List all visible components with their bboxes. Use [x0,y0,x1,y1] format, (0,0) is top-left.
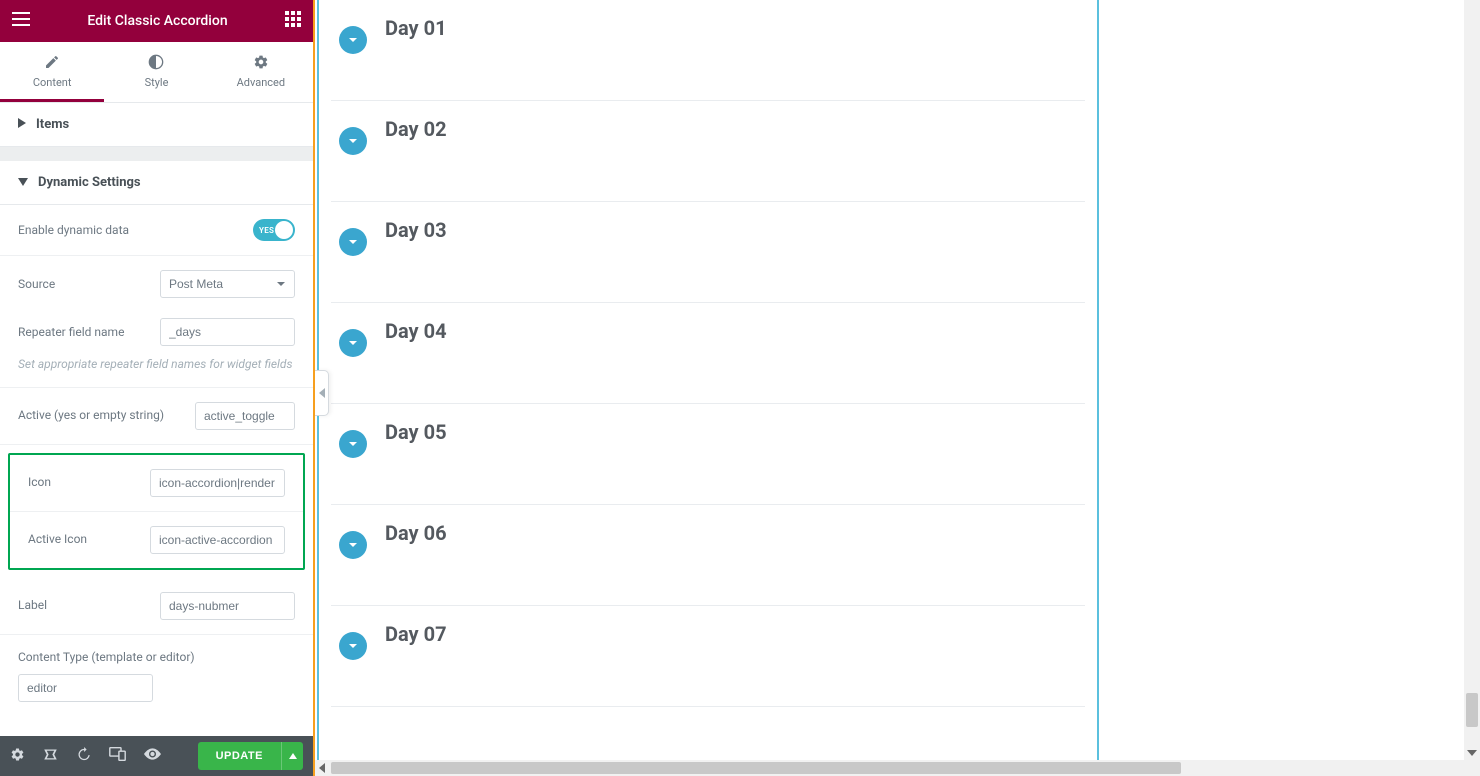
chevron-down-circle-icon [339,127,367,155]
switch-on-label: YES [259,226,274,235]
menu-icon[interactable] [12,12,30,30]
repeater-label: Repeater field name [18,324,150,341]
gear-icon [209,54,313,70]
control-label-field: Label [0,578,313,635]
scroll-down-arrow[interactable] [1464,744,1480,760]
footer-settings-icon[interactable] [10,747,25,766]
accordion-item[interactable]: Day 01 [331,0,1085,101]
switch-knob [275,221,293,239]
control-source: Source [0,256,313,304]
chevron-down-circle-icon [339,228,367,256]
label-field-input[interactable] [160,592,295,620]
active-icon-input[interactable] [150,526,285,554]
pencil-icon [0,54,104,70]
preview-area: Day 01 Day 02 Day 03 Day 04 Day 05 Day 06 Day … [317,0,1099,760]
highlighted-icon-controls: Icon Active Icon [8,453,305,570]
section-dynamic-label: Dynamic Settings [38,175,141,190]
accordion-item-label: Day 02 [385,117,447,141]
update-caret-button[interactable] [281,742,303,770]
content-type-label: Content Type (template or editor) [18,649,295,666]
enable-dynamic-switch[interactable]: YES [253,219,295,241]
update-button[interactable]: UPDATE [198,742,281,770]
tab-style-label: Style [104,76,208,89]
preview-canvas[interactable]: Day 01 Day 02 Day 03 Day 04 Day 05 Day 06 Day … [317,0,1099,760]
source-select[interactable] [160,270,295,298]
accordion-item-label: Day 01 [385,16,447,40]
vertical-scrollbar-thumb[interactable] [1466,693,1478,727]
footer-navigator-icon[interactable] [43,747,58,766]
chevron-down-circle-icon [339,26,367,54]
vertical-scrollbar[interactable] [1464,0,1480,760]
accordion-item[interactable]: Day 03 [331,202,1085,303]
tab-advanced-label: Advanced [209,76,313,89]
accordion-item-label: Day 06 [385,521,447,545]
chevron-down-circle-icon [339,632,367,660]
content-type-input[interactable] [18,674,153,702]
update-button-group: UPDATE [198,742,303,770]
repeater-hint: Set appropriate repeater field names for… [18,356,295,373]
chevron-down-circle-icon [339,430,367,458]
caret-right-icon [18,117,36,132]
editor-title: Edit Classic Accordion [30,13,285,29]
footer-responsive-icon[interactable] [109,747,126,765]
horizontal-scrollbar-thumb[interactable] [331,762,1181,774]
caret-down-icon [18,175,38,190]
tab-style[interactable]: Style [104,42,208,102]
accordion-item[interactable]: Day 05 [331,404,1085,505]
section-divider [0,147,313,161]
section-dynamic-settings[interactable]: Dynamic Settings [0,161,313,205]
editor-footer: UPDATE [0,736,313,776]
accordion-item[interactable]: Day 07 [331,606,1085,707]
accordion-item[interactable]: Day 06 [331,505,1085,606]
chevron-down-circle-icon [339,531,367,559]
horizontal-scrollbar[interactable] [315,760,1480,776]
repeater-input[interactable] [160,318,295,346]
accordion-item-label: Day 04 [385,319,447,343]
accordion-item-label: Day 05 [385,420,447,444]
control-icon: Icon [10,455,303,512]
accordion-item[interactable]: Day 02 [331,101,1085,202]
control-repeater: Repeater field name Set appropriate repe… [0,304,313,388]
control-active-field: Active (yes or empty string) [0,388,313,445]
accordion-item-label: Day 03 [385,218,447,242]
active-field-label: Active (yes or empty string) [18,407,185,424]
contrast-icon [104,54,208,70]
active-field-input[interactable] [195,402,295,430]
editor-header: Edit Classic Accordion [0,0,313,42]
panel-collapse-handle[interactable] [315,370,329,416]
footer-history-icon[interactable] [76,747,91,766]
apps-icon[interactable] [285,11,301,31]
source-label: Source [18,276,150,293]
label-field-label: Label [18,597,150,614]
editor-body: Items Dynamic Settings Enable dynamic da… [0,103,313,736]
control-content-type: Content Type (template or editor) [0,635,313,716]
section-items-label: Items [36,117,69,132]
tab-advanced[interactable]: Advanced [209,42,313,102]
tab-content[interactable]: Content [0,42,104,102]
icon-input[interactable] [150,469,285,497]
control-active-icon: Active Icon [10,512,303,568]
editor-panel: Edit Classic Accordion Content Style Adv… [0,0,315,776]
active-icon-label: Active Icon [28,531,140,548]
footer-preview-icon[interactable] [144,748,161,764]
enable-dynamic-label: Enable dynamic data [18,222,243,239]
icon-label: Icon [28,474,140,491]
editor-tabs: Content Style Advanced [0,42,313,103]
chevron-down-circle-icon [339,329,367,357]
section-items[interactable]: Items [0,103,313,147]
horizontal-scrollbar-track[interactable] [331,760,1480,776]
accordion-item[interactable]: Day 04 [331,303,1085,404]
tab-content-label: Content [0,76,104,89]
accordion-item-label: Day 07 [385,622,447,646]
control-enable-dynamic: Enable dynamic data YES [0,205,313,256]
scroll-left-arrow[interactable] [315,760,331,776]
